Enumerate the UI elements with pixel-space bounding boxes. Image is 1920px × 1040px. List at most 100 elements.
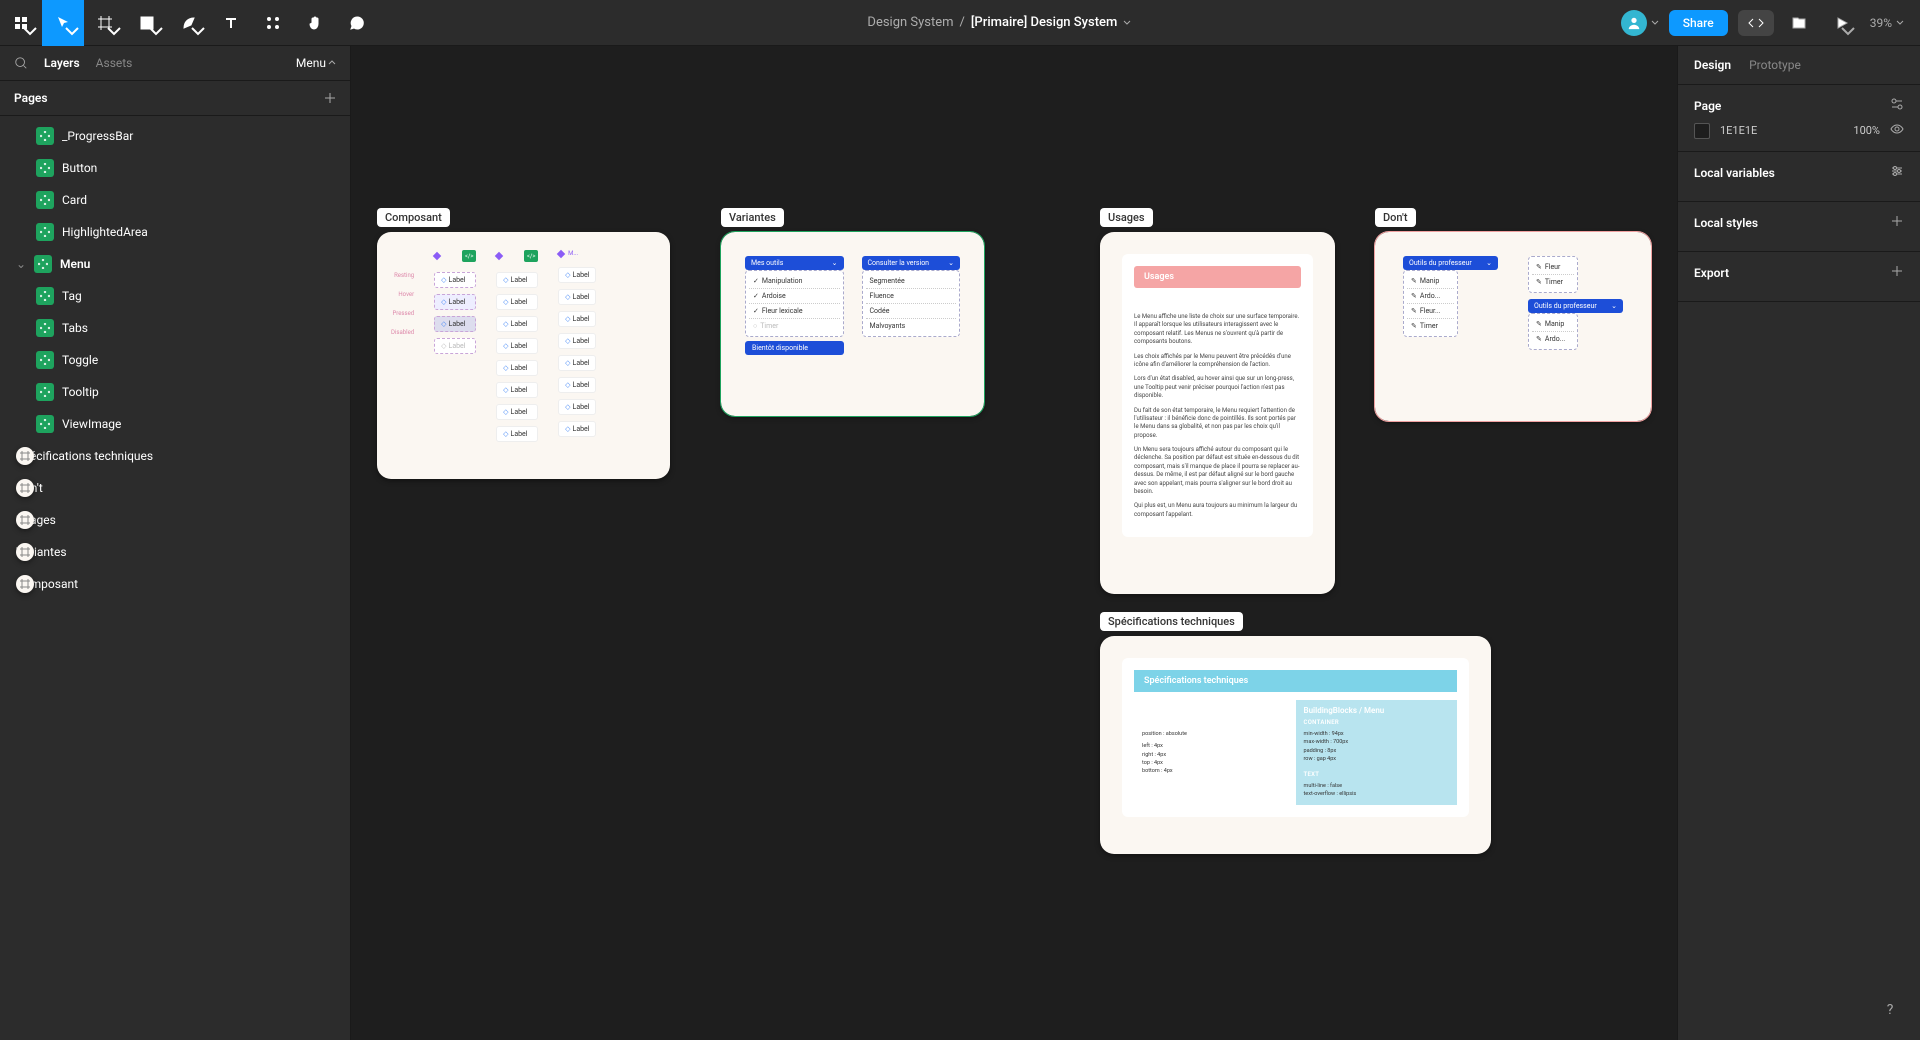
breadcrumb[interactable]: Design System / [Primaire] Design System [867, 15, 1131, 30]
pages-header-label: Pages [14, 91, 48, 105]
component-icon [36, 415, 54, 433]
right-panel: Design Prototype Page 1E1E1E 100% Local … [1677, 46, 1920, 1040]
frame-variantes[interactable]: Variantes Mes outils⌄ ✓Manipulation ✓Ard… [721, 232, 984, 416]
chevron-down-icon [1896, 19, 1904, 27]
search-icon[interactable] [14, 56, 28, 70]
frame-label[interactable]: Don't [1375, 208, 1416, 227]
help-button[interactable]: ? [1876, 996, 1904, 1024]
frame-icon [16, 479, 34, 497]
usage-title: Usages [1134, 266, 1301, 288]
main-menu-button[interactable] [0, 0, 42, 46]
state-pressed: Pressed [392, 310, 414, 317]
local-styles-section[interactable]: Local styles [1678, 202, 1920, 252]
pages-header: Pages [0, 80, 350, 116]
layer-tree[interactable]: _ProgressBar Button Card HighlightedArea… [0, 116, 350, 604]
page-section: Page 1E1E1E 100% [1678, 85, 1920, 152]
local-variables-section[interactable]: Local variables [1678, 152, 1920, 202]
design-tab[interactable]: Design [1694, 58, 1731, 72]
layer-highlighted[interactable]: HighlightedArea [0, 216, 350, 248]
component-icon [36, 383, 54, 401]
frame-label[interactable]: Composant [377, 208, 450, 227]
frame-icon [16, 511, 34, 529]
layer-spec[interactable]: Spécifications techniques [0, 440, 350, 472]
component-icon [34, 255, 52, 273]
color-swatch[interactable] [1694, 123, 1710, 139]
dev-mode-button[interactable] [1738, 10, 1774, 36]
frame-dont[interactable]: Don't Outils du professeur⌄ ✎Manip ✎Ardo… [1375, 232, 1651, 421]
layer-progressbar[interactable]: _ProgressBar [0, 120, 350, 152]
layer-viewimage[interactable]: ViewImage [0, 408, 350, 440]
breadcrumb-current[interactable]: [Primaire] Design System [971, 15, 1117, 30]
toolbar-tools [0, 0, 378, 45]
styles-icon[interactable] [1890, 97, 1904, 114]
layer-label: Tabs [62, 321, 88, 335]
canvas[interactable]: Composant Resting Hover Pressed Disabled… [351, 46, 1677, 1040]
spec-right-col: BuildingBlocks / Menu CONTAINER min-widt… [1296, 700, 1458, 805]
frame-icon [16, 543, 34, 561]
layer-usages[interactable]: Usages [0, 504, 350, 536]
layer-label: ViewImage [62, 417, 121, 431]
usage-paragraph: Les choix affichés par le Menu peuvent ê… [1134, 353, 1301, 370]
component-icon [36, 223, 54, 241]
page-selector[interactable]: Menu [296, 56, 336, 70]
add-page-icon[interactable] [324, 92, 336, 104]
frame-label[interactable]: Spécifications techniques [1100, 612, 1243, 631]
layer-dont[interactable]: Don't [0, 472, 350, 504]
frame-tool[interactable] [84, 0, 126, 46]
layer-label: Card [62, 193, 87, 207]
pen-tool[interactable] [168, 0, 210, 46]
frame-usages[interactable]: Usages Usages Overview Le Menu affiche u… [1100, 232, 1335, 594]
layer-composant[interactable]: Composant [0, 568, 350, 600]
layer-label: Tooltip [62, 385, 99, 399]
color-hex[interactable]: 1E1E1E [1720, 124, 1757, 137]
layer-card[interactable]: Card [0, 184, 350, 216]
text-tool[interactable] [210, 0, 252, 46]
component-icon [36, 127, 54, 145]
inspector-tabs: Design Prototype [1678, 46, 1920, 85]
export-section[interactable]: Export [1678, 252, 1920, 302]
usage-paragraph: Du fait de son état temporaire, le Menu … [1134, 407, 1301, 441]
color-opacity[interactable]: 100% [1853, 124, 1880, 137]
local-styles-label: Local styles [1694, 216, 1758, 230]
chevron-down-icon[interactable] [1123, 19, 1131, 27]
shape-tool[interactable] [126, 0, 168, 46]
plus-icon[interactable] [1890, 214, 1904, 231]
layer-toggle[interactable]: Toggle [0, 344, 350, 376]
frame-label[interactable]: Usages [1100, 208, 1153, 227]
plus-icon[interactable] [1890, 264, 1904, 281]
layer-button[interactable]: Button [0, 152, 350, 184]
layer-tabs[interactable]: Tabs [0, 312, 350, 344]
panel-tabs: Layers Assets Menu [0, 46, 350, 80]
hand-tool[interactable] [294, 0, 336, 46]
user-avatar-menu[interactable] [1621, 10, 1659, 36]
comment-tool[interactable] [336, 0, 378, 46]
spec-title: Spécifications techniques [1134, 670, 1457, 692]
zoom-display[interactable]: 39% [1870, 16, 1904, 30]
frame-icon [16, 575, 34, 593]
export-label: Export [1694, 266, 1729, 280]
frame-label[interactable]: Variantes [721, 208, 784, 227]
frame-composant[interactable]: Composant Resting Hover Pressed Disabled… [377, 232, 670, 479]
prototype-tab[interactable]: Prototype [1749, 58, 1801, 72]
layer-tooltip[interactable]: Tooltip [0, 376, 350, 408]
layer-variantes[interactable]: Variantes [0, 536, 350, 568]
settings-icon[interactable] [1890, 164, 1904, 181]
spec-left-col: Menu OUTLINE position : absolute left : … [1134, 700, 1296, 805]
layer-menu[interactable]: ⌄Menu [0, 248, 350, 280]
share-button[interactable]: Share [1669, 10, 1728, 36]
library-button[interactable] [1784, 0, 1814, 46]
move-tool[interactable] [42, 0, 84, 46]
frame-spec[interactable]: Spécifications techniques Spécifications… [1100, 636, 1491, 854]
present-button[interactable] [1824, 0, 1860, 46]
resources-tool[interactable] [252, 0, 294, 46]
layer-tag[interactable]: Tag [0, 280, 350, 312]
assets-tab[interactable]: Assets [96, 56, 133, 70]
visibility-icon[interactable] [1890, 122, 1904, 139]
layers-tab[interactable]: Layers [44, 56, 80, 70]
breadcrumb-parent[interactable]: Design System [867, 15, 953, 30]
page-color-row[interactable]: 1E1E1E 100% [1694, 122, 1904, 139]
page-selector-label: Menu [296, 56, 326, 70]
chevron-down-icon[interactable]: ⌄ [16, 257, 26, 271]
local-vars-label: Local variables [1694, 166, 1775, 180]
component-col-1: </> ◇Label ◇Label ◇Label ◇Label [434, 250, 476, 442]
